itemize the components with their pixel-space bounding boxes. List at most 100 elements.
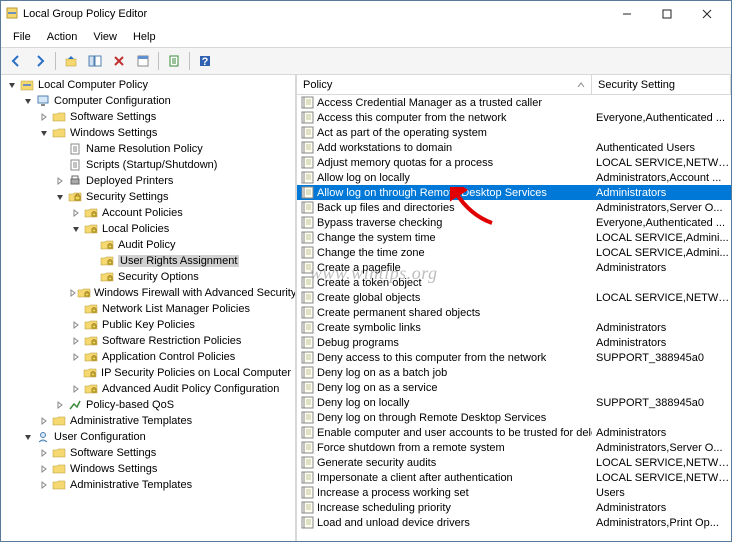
- policy-row[interactable]: Create a pagefileAdministrators: [297, 260, 731, 275]
- tree-item[interactable]: Scripts (Startup/Shutdown): [1, 157, 295, 173]
- expand-icon[interactable]: [69, 337, 83, 345]
- properties-button[interactable]: [132, 50, 154, 72]
- tree-item[interactable]: Administrative Templates: [1, 477, 295, 493]
- collapse-icon[interactable]: [37, 129, 51, 137]
- tree-item[interactable]: Application Control Policies: [1, 349, 295, 365]
- tree-item[interactable]: Advanced Audit Policy Configuration: [1, 381, 295, 397]
- policy-row[interactable]: Adjust memory quotas for a processLOCAL …: [297, 155, 731, 170]
- close-button[interactable]: [687, 3, 727, 25]
- expand-icon[interactable]: [37, 113, 51, 121]
- tree-item[interactable]: Public Key Policies: [1, 317, 295, 333]
- security-setting: LOCAL SERVICE,NETWO...: [592, 157, 731, 169]
- collapse-icon[interactable]: [21, 433, 35, 441]
- tree-item[interactable]: Security Options: [1, 269, 295, 285]
- up-button[interactable]: [60, 50, 82, 72]
- expand-icon[interactable]: [69, 289, 77, 297]
- tree-item[interactable]: User Rights Assignment: [1, 253, 295, 269]
- menu-view[interactable]: View: [85, 29, 125, 45]
- tree-item[interactable]: Security Settings: [1, 189, 295, 205]
- policy-row[interactable]: Deny log on through Remote Desktop Servi…: [297, 410, 731, 425]
- expand-icon[interactable]: [69, 385, 83, 393]
- delete-button[interactable]: [108, 50, 130, 72]
- tree-item[interactable]: Name Resolution Policy: [1, 141, 295, 157]
- policy-row[interactable]: Change the time zoneLOCAL SERVICE,Admini…: [297, 245, 731, 260]
- expand-icon[interactable]: [69, 321, 83, 329]
- policy-row[interactable]: Deny log on as a service: [297, 380, 731, 395]
- tree-item[interactable]: Software Settings: [1, 109, 295, 125]
- menu-action[interactable]: Action: [39, 29, 86, 45]
- policy-row[interactable]: Deny access to this computer from the ne…: [297, 350, 731, 365]
- policy-icon: [301, 126, 317, 140]
- tree-item[interactable]: Computer Configuration: [1, 93, 295, 109]
- policy-row[interactable]: Act as part of the operating system: [297, 125, 731, 140]
- forward-button[interactable]: [29, 50, 51, 72]
- tree-item-label: Computer Configuration: [54, 95, 171, 107]
- policy-row[interactable]: Increase a process working setUsers: [297, 485, 731, 500]
- policy-row[interactable]: Enable computer and user accounts to be …: [297, 425, 731, 440]
- tree-item[interactable]: IP Security Policies on Local Computer: [1, 365, 295, 381]
- policy-icon: [301, 321, 317, 335]
- policy-row[interactable]: Add workstations to domainAuthenticated …: [297, 140, 731, 155]
- collapse-icon[interactable]: [5, 81, 19, 89]
- menu-file[interactable]: File: [5, 29, 39, 45]
- tree-panel[interactable]: Local Computer Policy Computer Configurat…: [1, 75, 296, 541]
- expand-icon[interactable]: [37, 481, 51, 489]
- tree-item[interactable]: Audit Policy: [1, 237, 295, 253]
- policy-row[interactable]: Deny log on locallySUPPORT_388945a0: [297, 395, 731, 410]
- policy-list[interactable]: Access Credential Manager as a trusted c…: [297, 95, 731, 541]
- policy-row[interactable]: Access this computer from the networkEve…: [297, 110, 731, 125]
- policy-row[interactable]: Impersonate a client after authenticatio…: [297, 470, 731, 485]
- tree-item[interactable]: Policy-based QoS: [1, 397, 295, 413]
- expand-icon[interactable]: [53, 177, 67, 185]
- security-setting: Everyone,Authenticated ...: [592, 217, 731, 229]
- policy-row[interactable]: Increase scheduling priorityAdministrato…: [297, 500, 731, 515]
- policy-row[interactable]: Back up files and directoriesAdministrat…: [297, 200, 731, 215]
- collapse-icon[interactable]: [21, 97, 35, 105]
- policy-row[interactable]: Force shutdown from a remote systemAdmin…: [297, 440, 731, 455]
- tree-item[interactable]: Software Settings: [1, 445, 295, 461]
- expand-icon[interactable]: [37, 465, 51, 473]
- tree-item[interactable]: Account Policies: [1, 205, 295, 221]
- expand-icon[interactable]: [37, 417, 51, 425]
- policy-row[interactable]: Bypass traverse checkingEveryone,Authent…: [297, 215, 731, 230]
- tree-item[interactable]: Windows Settings: [1, 125, 295, 141]
- back-button[interactable]: [5, 50, 27, 72]
- tree-item[interactable]: Network List Manager Policies: [1, 301, 295, 317]
- policy-row[interactable]: Allow log on locallyAdministrators,Accou…: [297, 170, 731, 185]
- policy-row[interactable]: Change the system timeLOCAL SERVICE,Admi…: [297, 230, 731, 245]
- column-policy[interactable]: Policy: [297, 75, 592, 94]
- minimize-button[interactable]: [607, 3, 647, 25]
- expand-icon[interactable]: [37, 449, 51, 457]
- tree-item[interactable]: Local Policies: [1, 221, 295, 237]
- policy-row[interactable]: Debug programsAdministrators: [297, 335, 731, 350]
- tree-item-label: Administrative Templates: [70, 415, 192, 427]
- policy-row[interactable]: Generate security auditsLOCAL SERVICE,NE…: [297, 455, 731, 470]
- expand-icon[interactable]: [69, 353, 83, 361]
- policy-row[interactable]: Create global objectsLOCAL SERVICE,NETWO…: [297, 290, 731, 305]
- maximize-button[interactable]: [647, 3, 687, 25]
- policy-row[interactable]: Allow log on through Remote Desktop Serv…: [297, 185, 731, 200]
- export-button[interactable]: [163, 50, 185, 72]
- tree-item[interactable]: Windows Settings: [1, 461, 295, 477]
- tree-item[interactable]: Local Computer Policy: [1, 77, 295, 93]
- tree-item[interactable]: Administrative Templates: [1, 413, 295, 429]
- column-security-setting[interactable]: Security Setting: [592, 75, 731, 94]
- menu-help[interactable]: Help: [125, 29, 164, 45]
- expand-icon[interactable]: [69, 209, 83, 217]
- security-setting: Authenticated Users: [592, 142, 731, 154]
- collapse-icon[interactable]: [69, 225, 83, 233]
- tree-item[interactable]: Deployed Printers: [1, 173, 295, 189]
- show-hide-tree-button[interactable]: [84, 50, 106, 72]
- help-button[interactable]: ?: [194, 50, 216, 72]
- policy-row[interactable]: Access Credential Manager as a trusted c…: [297, 95, 731, 110]
- expand-icon[interactable]: [53, 401, 67, 409]
- tree-item[interactable]: Software Restriction Policies: [1, 333, 295, 349]
- tree-item[interactable]: User Configuration: [1, 429, 295, 445]
- collapse-icon[interactable]: [53, 193, 67, 201]
- tree-item[interactable]: Windows Firewall with Advanced Security: [1, 285, 295, 301]
- policy-row[interactable]: Create permanent shared objects: [297, 305, 731, 320]
- policy-row[interactable]: Deny log on as a batch job: [297, 365, 731, 380]
- policy-row[interactable]: Create a token object: [297, 275, 731, 290]
- policy-row[interactable]: Create symbolic linksAdministrators: [297, 320, 731, 335]
- policy-row[interactable]: Load and unload device driversAdministra…: [297, 515, 731, 530]
